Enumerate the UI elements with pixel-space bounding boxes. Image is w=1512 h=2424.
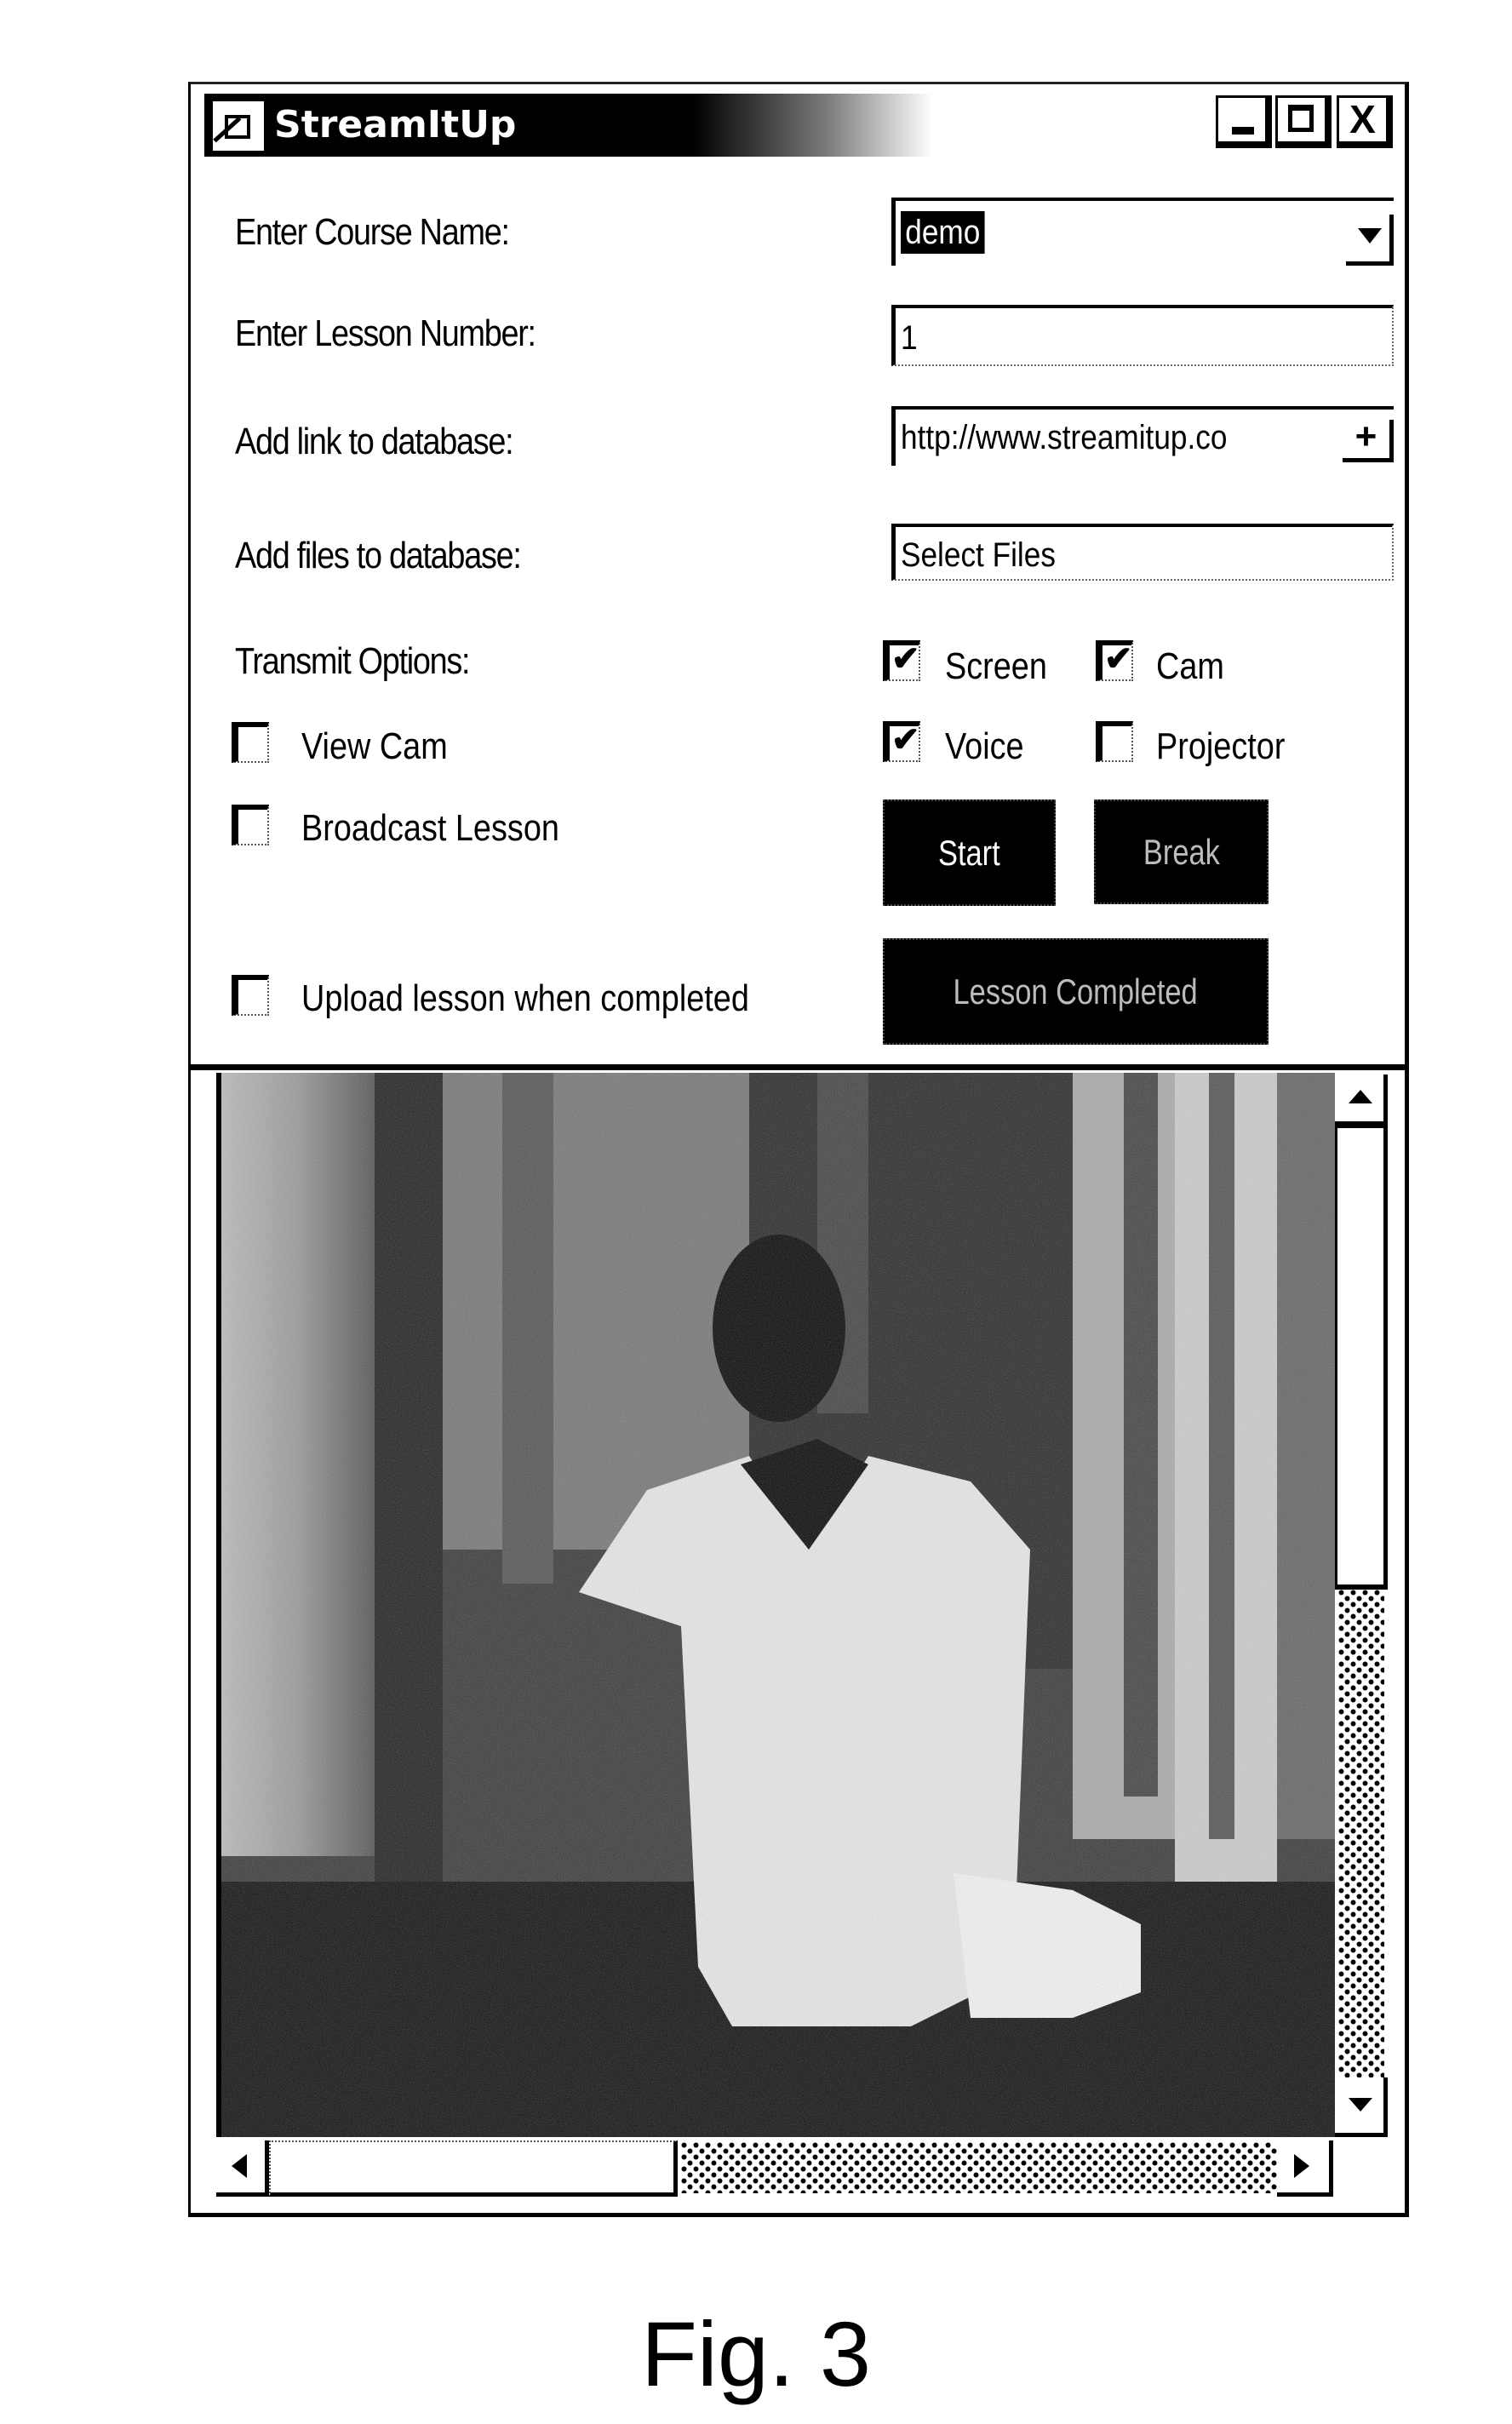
scrollbar-corner — [1335, 2140, 1388, 2197]
link-url-value: http://www.streamitup.co — [901, 419, 1228, 456]
scroll-down-button[interactable] — [1335, 2077, 1388, 2137]
broadcast-lesson-label: Broadcast Lesson — [301, 807, 559, 849]
checkmark-icon: ✔ — [1104, 640, 1133, 678]
scroll-up-button[interactable] — [1335, 1074, 1388, 1126]
arrow-up-icon — [1349, 1090, 1372, 1103]
lesson-number-input[interactable]: 1 — [891, 305, 1394, 366]
figure-caption: Fig. 3 — [640, 2302, 872, 2405]
break-button-label: Break — [1143, 831, 1220, 872]
chevron-down-icon — [1358, 228, 1382, 244]
video-preview — [216, 1073, 1335, 2137]
arrow-down-icon — [1349, 2098, 1372, 2112]
add-files-label: Add files to database: — [235, 535, 522, 576]
close-icon: X — [1349, 97, 1376, 141]
panel-divider — [188, 1064, 1409, 1070]
maximize-button[interactable] — [1275, 95, 1332, 148]
voice-label: Voice — [945, 725, 1024, 767]
cam-label: Cam — [1156, 645, 1224, 687]
voice-checkbox[interactable]: ✔ — [883, 721, 920, 762]
minimize-icon — [1232, 127, 1254, 135]
course-name-value: demo — [901, 211, 985, 254]
vertical-scroll-track[interactable] — [1338, 1590, 1384, 2077]
checkmark-icon: ✔ — [891, 721, 920, 759]
horizontal-scroll-track[interactable] — [681, 2142, 1277, 2193]
close-button[interactable]: X — [1337, 95, 1393, 148]
start-button-label: Start — [938, 832, 1000, 873]
maximize-icon — [1288, 105, 1314, 132]
break-button[interactable]: Break — [1094, 799, 1269, 904]
lesson-completed-button[interactable]: Lesson Completed — [883, 938, 1269, 1045]
app-logo-icon — [211, 100, 266, 152]
arrow-right-icon — [1294, 2154, 1309, 2178]
projector-label: Projector — [1156, 725, 1286, 767]
transmit-options-label: Transmit Options: — [235, 640, 471, 682]
course-name-label: Enter Course Name: — [235, 211, 510, 253]
add-link-label: Add link to database: — [235, 421, 514, 462]
cam-checkbox[interactable]: ✔ — [1096, 640, 1133, 681]
screen-checkbox[interactable]: ✔ — [883, 640, 920, 681]
add-link-button[interactable]: + — [1343, 418, 1394, 462]
link-url-input[interactable]: http://www.streamitup.co + — [891, 406, 1394, 466]
minimize-button[interactable] — [1216, 95, 1272, 148]
start-button[interactable]: Start — [883, 799, 1056, 906]
projector-checkbox[interactable] — [1096, 721, 1133, 762]
upload-lesson-label: Upload lesson when completed — [301, 977, 749, 1019]
vertical-scroll-thumb[interactable] — [1335, 1126, 1388, 1590]
horizontal-scroll-thumb[interactable] — [269, 2140, 678, 2197]
scroll-right-button[interactable] — [1277, 2140, 1333, 2197]
lesson-number-value: 1 — [901, 319, 918, 357]
select-files-value: Select Files — [901, 536, 1056, 574]
video-frame-image — [221, 1073, 1335, 2137]
dropdown-button[interactable] — [1346, 215, 1394, 266]
scroll-left-button[interactable] — [216, 2140, 269, 2197]
screen-label: Screen — [945, 645, 1047, 687]
lesson-completed-label: Lesson Completed — [953, 971, 1199, 1011]
arrow-left-icon — [232, 2154, 247, 2178]
select-files-field[interactable]: Select Files — [891, 524, 1394, 581]
view-cam-label: View Cam — [301, 725, 448, 767]
course-name-dropdown[interactable]: demo — [891, 198, 1394, 266]
checkmark-icon: ✔ — [891, 640, 920, 678]
view-cam-checkbox[interactable] — [232, 722, 269, 763]
upload-lesson-checkbox[interactable] — [232, 975, 269, 1016]
window-title: StreamItUp — [274, 103, 517, 146]
plus-icon: + — [1354, 415, 1377, 457]
lesson-number-label: Enter Lesson Number: — [235, 312, 536, 354]
broadcast-lesson-checkbox[interactable] — [232, 805, 269, 845]
